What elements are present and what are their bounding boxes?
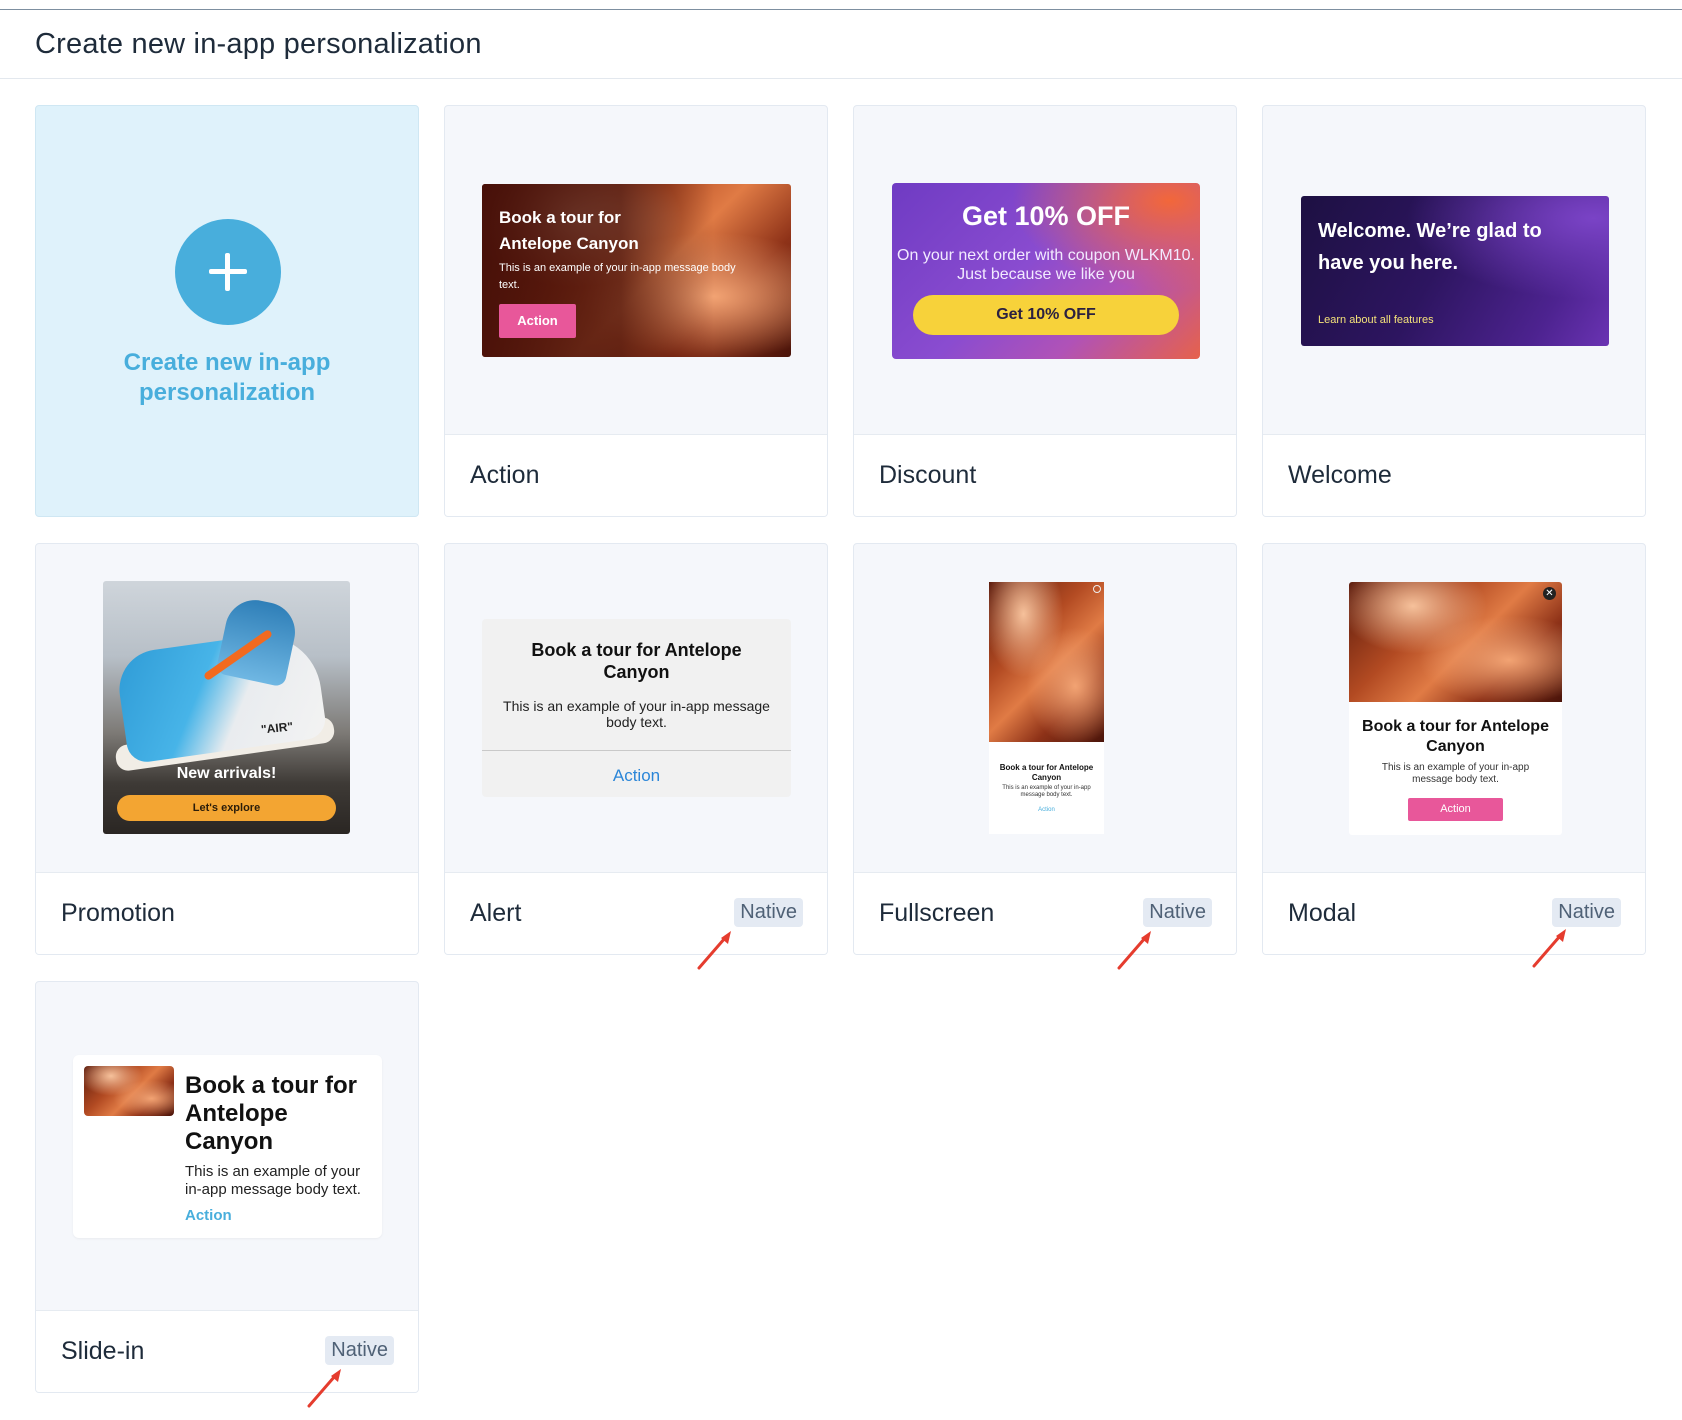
preview-title: New arrivals! [176, 765, 277, 782]
discount-preview: Get 10% OFF On your next order with coup… [892, 183, 1200, 359]
preview-action-link: Action [612, 766, 661, 785]
template-name: Fullscreen [879, 899, 995, 927]
template-preview: "AIR" New arrivals! Let's explore [36, 544, 418, 872]
slide-in-preview: Book a tour for Antelope Canyon This is … [73, 1055, 382, 1238]
template-card-modal[interactable]: ✕ Book a tour for Antelope Canyon This i… [1262, 543, 1646, 955]
native-badge: Native [325, 1336, 394, 1365]
native-badge: Native [734, 898, 803, 927]
preview-title: Book a tour for Antelope Canyon [1362, 718, 1549, 755]
template-preview: Book a tour for Antelope Canyon This is … [36, 982, 418, 1310]
template-card-discount[interactable]: Get 10% OFF On your next order with coup… [853, 105, 1237, 517]
action-preview-image: Book a tour for Antelope Canyon This is … [482, 184, 791, 357]
page-header: Create new in-app personalization [0, 10, 1682, 79]
alert-preview: Book a tour for Antelope Canyon This is … [482, 619, 791, 797]
template-card-alert[interactable]: Book a tour for Antelope Canyon This is … [444, 543, 828, 955]
template-card-welcome[interactable]: Welcome. We’re glad to have you here. Le… [1262, 105, 1646, 517]
card-footer: Action [445, 434, 827, 516]
create-new-card[interactable]: Create new in-app personalization [35, 105, 419, 517]
template-name: Discount [879, 461, 977, 489]
preview-title: Welcome. We’re glad to have you here. [1318, 220, 1542, 274]
fullscreen-preview-image [989, 582, 1104, 742]
preview-body: This is an example of your in-app messag… [499, 262, 736, 291]
preview-body: This is an example of your in-app messag… [1002, 785, 1091, 798]
template-preview: Book a tour for Antelope Canyon This is … [445, 106, 827, 434]
template-name: Alert [470, 899, 522, 927]
card-footer: Slide-in Native [36, 1310, 418, 1392]
native-badge: Native [1143, 898, 1212, 927]
close-icon [1093, 585, 1101, 593]
template-name: Promotion [61, 899, 175, 927]
template-preview: Welcome. We’re glad to have you here. Le… [1263, 106, 1645, 434]
card-footer: Discount [854, 434, 1236, 516]
preview-action-link: Action [185, 1207, 232, 1224]
preview-body: On your next order with coupon WLKM10. J… [897, 247, 1195, 283]
arrow-annotation-icon [307, 1369, 341, 1408]
preview-link: Learn about all features [1318, 314, 1434, 326]
native-badge: Native [1552, 898, 1621, 927]
arrow-annotation-icon [1117, 931, 1151, 970]
template-name: Action [470, 461, 540, 489]
preview-body: This is an example of your in-app messag… [1381, 762, 1530, 785]
preview-body: This is an example of your in-app messag… [503, 698, 770, 730]
preview-action-button: Action [1408, 798, 1503, 821]
fullscreen-preview: Book a tour for Antelope Canyon This is … [989, 582, 1104, 834]
template-preview: Book a tour for Antelope Canyon This is … [445, 544, 827, 872]
preview-title: Book a tour for Antelope Canyon [499, 208, 639, 253]
page-title: Create new in-app personalization [35, 28, 482, 60]
preview-action-button: Action [499, 304, 576, 338]
close-icon: ✕ [1543, 587, 1556, 600]
card-footer: Welcome [1263, 434, 1645, 516]
card-footer: Alert Native [445, 872, 827, 954]
template-name: Slide-in [61, 1337, 145, 1365]
preview-title: Get 10% OFF [961, 201, 1131, 231]
preview-title: Book a tour for Antelope Canyon [185, 1072, 357, 1155]
preview-discount-button: Get 10% OFF [913, 295, 1179, 335]
template-name: Welcome [1288, 461, 1392, 489]
create-new-label[interactable]: Create new in-app personalization [36, 348, 418, 408]
template-card-promotion[interactable]: "AIR" New arrivals! Let's explore Promot… [35, 543, 419, 955]
modal-preview: ✕ Book a tour for Antelope Canyon This i… [1349, 582, 1562, 835]
arrow-annotation-icon [1532, 929, 1566, 968]
plus-icon[interactable] [175, 219, 281, 325]
promotion-preview-image: "AIR" New arrivals! Let's explore [103, 581, 350, 834]
template-card-action[interactable]: Book a tour for Antelope Canyon This is … [444, 105, 828, 517]
template-name: Modal [1288, 899, 1357, 927]
preview-action-link: Action [1038, 807, 1055, 813]
preview-explore-button: Let's explore [117, 795, 336, 821]
card-footer: Fullscreen Native [854, 872, 1236, 954]
template-preview: Get 10% OFF On your next order with coup… [854, 106, 1236, 434]
preview-title: Book a tour for Antelope Canyon [999, 763, 1094, 782]
modal-preview-image [1349, 582, 1562, 702]
template-card-fullscreen[interactable]: Book a tour for Antelope Canyon This is … [853, 543, 1237, 955]
alert-divider [482, 750, 791, 751]
slide-in-preview-image [84, 1066, 174, 1116]
card-footer: Modal Native [1263, 872, 1645, 954]
arrow-annotation-icon [697, 931, 731, 970]
template-preview: Book a tour for Antelope Canyon This is … [854, 544, 1236, 872]
preview-title: Book a tour for Antelope Canyon [531, 640, 742, 682]
card-footer: Promotion [36, 872, 418, 954]
template-preview: ✕ Book a tour for Antelope Canyon This i… [1263, 544, 1645, 872]
preview-body: This is an example of your in-app messag… [185, 1163, 361, 1198]
welcome-preview: Welcome. We’re glad to have you here. Le… [1301, 196, 1609, 346]
template-card-slide-in[interactable]: Book a tour for Antelope Canyon This is … [35, 981, 419, 1393]
